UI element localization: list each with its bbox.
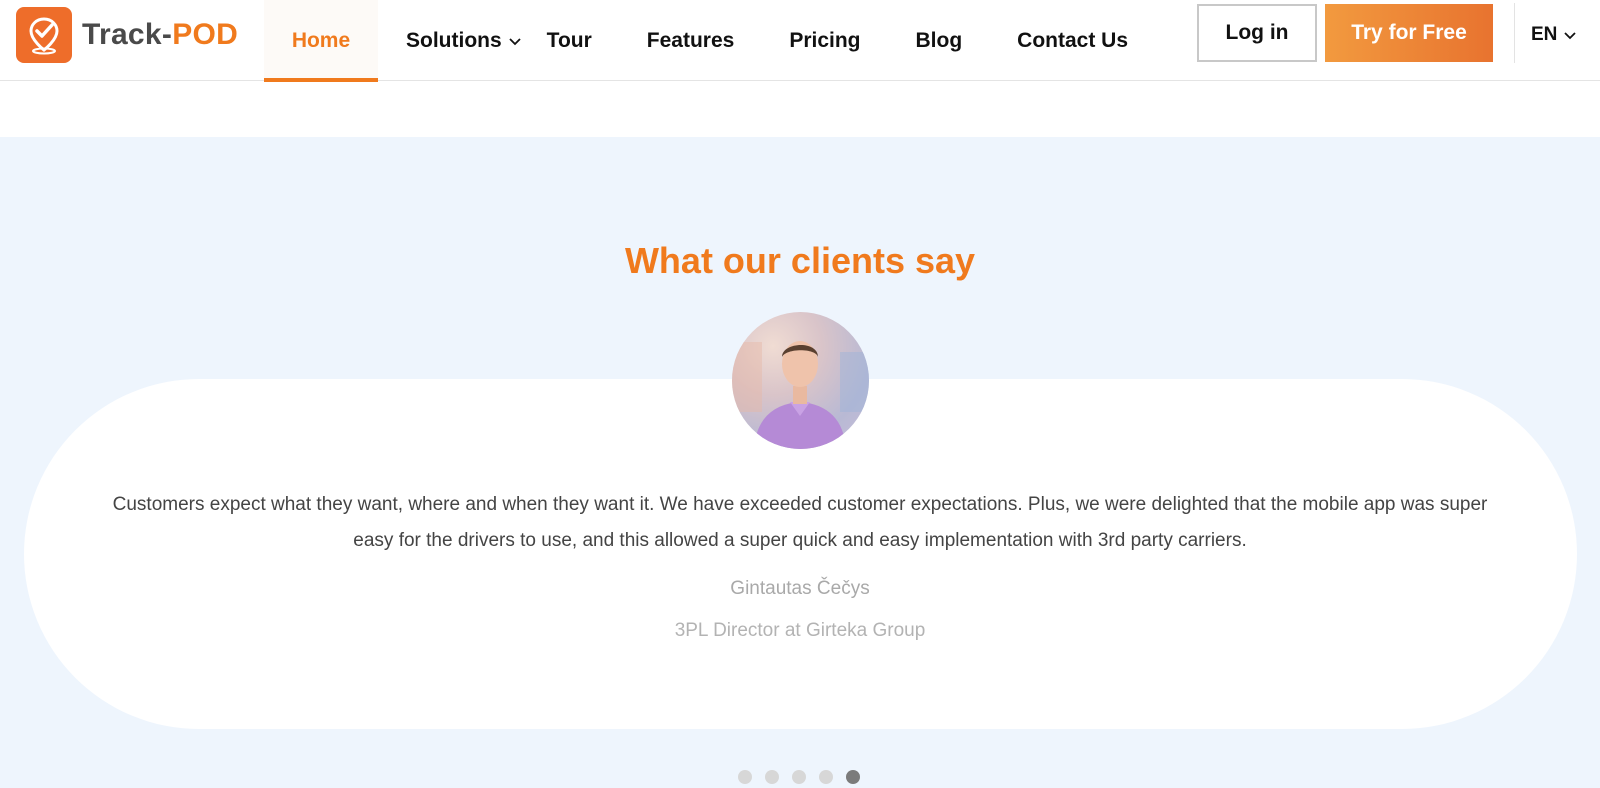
nav-solutions[interactable]: Solutions <box>406 0 522 81</box>
testimonial-quote: Customers expect what they want, where a… <box>112 494 1488 551</box>
carousel-dot[interactable] <box>738 770 752 784</box>
logo-wordmark: Track-POD <box>82 17 239 51</box>
try-for-free-button[interactable]: Try for Free <box>1325 4 1493 62</box>
carousel-dot-active[interactable] <box>846 770 860 784</box>
carousel-dot[interactable] <box>819 770 833 784</box>
carousel-dot[interactable] <box>765 770 779 784</box>
testimonial-role: 3PL Director at Girteka Group <box>674 620 926 641</box>
language-label: EN <box>1531 24 1558 45</box>
nav-tour[interactable]: Tour <box>547 0 592 81</box>
carousel-dot[interactable] <box>792 770 806 784</box>
nav-blog[interactable]: Blog <box>916 0 963 81</box>
header-divider <box>1514 3 1515 63</box>
chevron-down-icon <box>509 37 521 45</box>
section-title: What our clients say <box>624 240 976 281</box>
nav-features[interactable]: Features <box>647 0 735 81</box>
main-nav: Home Solutions Tour Features Pricing Blo… <box>264 0 1128 82</box>
map-pin-check-icon <box>16 6 72 63</box>
carousel-dots <box>738 770 860 784</box>
language-selector[interactable]: EN <box>1531 20 1577 50</box>
nav-home[interactable]: Home <box>264 0 378 82</box>
testimonial-author: Gintautas Čečys <box>730 578 870 599</box>
chevron-down-icon <box>1564 32 1577 40</box>
logo[interactable]: Track-POD <box>16 6 239 63</box>
site-header: Track-POD Home Solutions Tour Features P… <box>0 0 1600 82</box>
nav-pricing[interactable]: Pricing <box>789 0 860 81</box>
nav-contact-us[interactable]: Contact Us <box>1017 0 1128 81</box>
login-button[interactable]: Log in <box>1197 4 1317 62</box>
avatar <box>732 312 869 449</box>
